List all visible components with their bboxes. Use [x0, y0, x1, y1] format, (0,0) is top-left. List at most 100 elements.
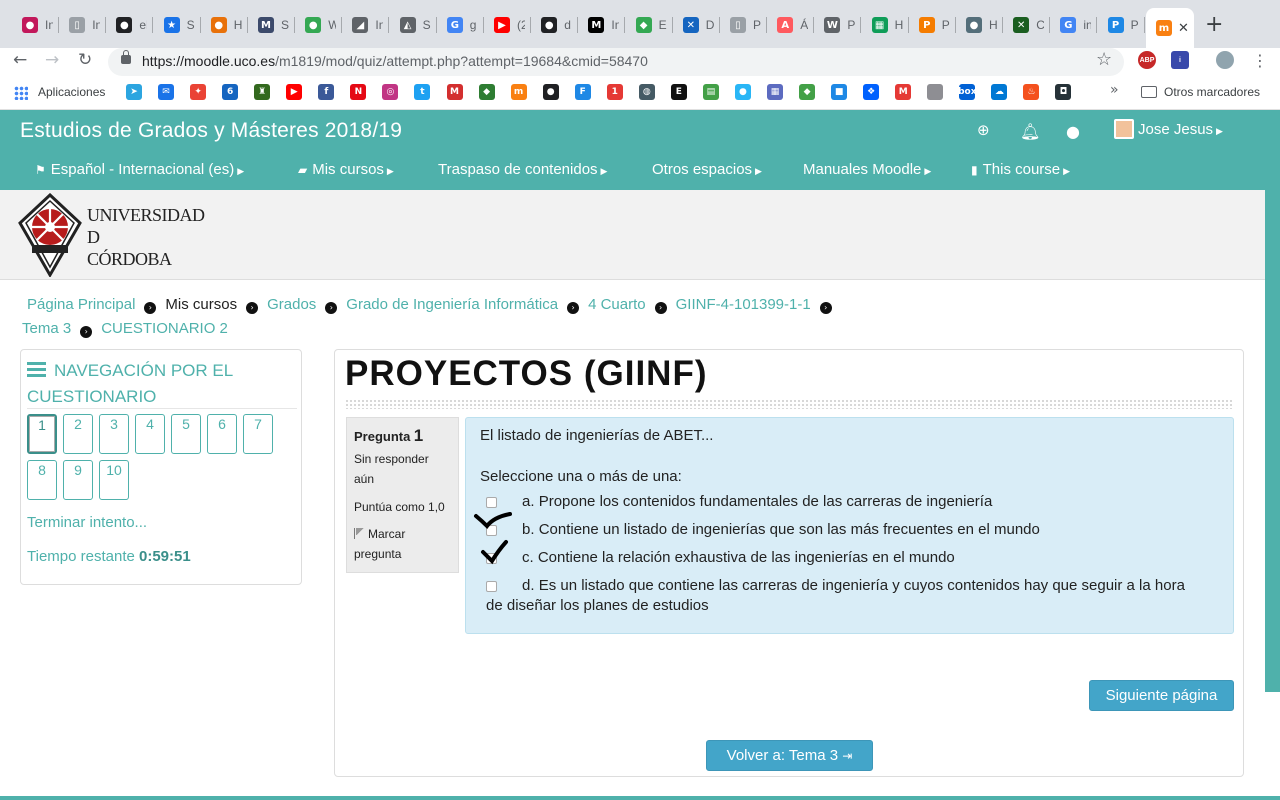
bookmark-icon[interactable]: ●: [542, 84, 559, 100]
bookmark-icon[interactable]: m: [510, 84, 527, 100]
answer-checkbox[interactable]: [486, 581, 497, 592]
browser-tab[interactable]: ✕ D: [673, 10, 719, 40]
browser-tab[interactable]: ▯ In: [59, 10, 105, 40]
browser-tab[interactable]: WP: [814, 10, 860, 40]
bookmark-icon[interactable]: ●: [734, 84, 751, 100]
browser-tab[interactable]: ● d: [531, 10, 577, 40]
breadcrumb-item[interactable]: Tema 3: [22, 320, 71, 337]
bookmark-icon[interactable]: ♨: [1023, 84, 1040, 100]
quiz-question-button[interactable]: 9: [63, 460, 93, 500]
bookmark-icon[interactable]: ➤: [126, 84, 142, 100]
header-menu-item[interactable]: ▰ Mis cursos ▶: [298, 161, 394, 178]
bookmark-icon[interactable]: ▶: [286, 84, 303, 100]
bookmark-icon[interactable]: ☁: [991, 84, 1008, 100]
quiz-navigation-title[interactable]: NAVEGACIÓN POR EL CUESTIONARIO: [27, 358, 297, 410]
browser-tab[interactable]: PP: [1098, 10, 1144, 40]
browser-tab[interactable]: MS: [248, 10, 294, 40]
bookmark-icon[interactable]: 6: [222, 84, 239, 100]
bookmark-icon[interactable]: E: [670, 84, 687, 100]
browser-tab[interactable]: ▦ H: [862, 10, 908, 40]
breadcrumb-item[interactable]: Grados: [267, 296, 316, 313]
browser-tab[interactable]: ● H: [201, 10, 247, 40]
bookmark-icon[interactable]: ◎: [382, 84, 399, 100]
bookmark-icon[interactable]: M: [895, 84, 912, 100]
university-seal-logo[interactable]: [18, 193, 82, 277]
browser-tab[interactable]: ◆ E: [626, 10, 672, 40]
bookmark-icon[interactable]: M: [446, 84, 463, 100]
messages-target-icon[interactable]: ⊕: [977, 121, 990, 139]
browser-tab[interactable]: ● el: [106, 10, 152, 40]
bookmark-icon[interactable]: ◆: [799, 84, 816, 100]
browser-tab[interactable]: ● H: [956, 10, 1002, 40]
breadcrumb-item[interactable]: GIINF-4-101399-1-1: [676, 296, 811, 313]
answer-checkbox[interactable]: [486, 553, 497, 564]
bookmark-icon[interactable]: [927, 84, 944, 100]
browser-tab[interactable]: AÁ: [767, 10, 813, 40]
breadcrumb-item[interactable]: Página Principal: [27, 296, 135, 313]
browser-tab[interactable]: ▯ P: [720, 10, 766, 40]
header-menu-item[interactable]: ▮ This course ▶: [971, 161, 1070, 178]
new-tab-button[interactable]: +: [1205, 12, 1223, 37]
breadcrumb-item[interactable]: CUESTIONARIO 2: [101, 320, 228, 337]
bookmark-icon[interactable]: ■: [831, 84, 848, 100]
close-tab-icon[interactable]: ✕: [1178, 20, 1189, 36]
bookmarks-overflow-icon[interactable]: »: [1110, 82, 1119, 98]
url-text[interactable]: https://moodle.uco.es/m1819/mod/quiz/att…: [142, 53, 648, 69]
breadcrumb-item[interactable]: Grado de Ingeniería Informática: [346, 296, 558, 313]
browser-tab[interactable]: ● In: [12, 10, 58, 40]
browser-tab[interactable]: M In: [578, 10, 624, 40]
browser-menu-icon[interactable]: ⋮: [1252, 51, 1268, 70]
bookmark-icon[interactable]: ◆: [478, 84, 495, 100]
bookmark-icon[interactable]: N: [350, 84, 367, 100]
bookmark-icon[interactable]: ✦: [190, 84, 207, 100]
bookmark-icon[interactable]: ♜: [254, 84, 271, 100]
address-bar[interactable]: https://moodle.uco.es/m1819/mod/quiz/att…: [108, 48, 1124, 76]
header-menu-item[interactable]: Traspaso de contenidos ▶: [438, 161, 607, 178]
flag-question[interactable]: Marcar pregunta: [354, 524, 451, 564]
bookmark-star-icon[interactable]: ☆: [1096, 49, 1112, 70]
bookmark-icon[interactable]: t: [414, 84, 431, 100]
finish-attempt-link[interactable]: Terminar intento...: [27, 514, 147, 531]
browser-tab[interactable]: ◭ S: [390, 10, 436, 40]
header-menu-item[interactable]: Manuales Moodle ▶: [803, 161, 931, 178]
quiz-question-button[interactable]: 3: [99, 414, 129, 454]
browser-tab[interactable]: ▶ (2: [484, 10, 530, 40]
quiz-question-button[interactable]: 5: [171, 414, 201, 454]
answer-checkbox[interactable]: [486, 497, 497, 508]
bookmark-icon[interactable]: box: [958, 84, 977, 100]
extension-icon[interactable]: i: [1171, 51, 1189, 69]
quiz-question-button[interactable]: 6: [207, 414, 237, 454]
bookmark-icon[interactable]: ◍: [638, 84, 655, 100]
bookmark-icon[interactable]: ▦: [767, 84, 783, 100]
quiz-question-button[interactable]: 1: [27, 414, 57, 454]
notifications-bell-icon[interactable]: 🔔︎: [1020, 122, 1040, 141]
extension-icon[interactable]: ABP: [1138, 51, 1156, 69]
browser-tab[interactable]: ★ S: [154, 10, 200, 40]
back-arrow-icon[interactable]: ←: [13, 50, 27, 70]
site-title[interactable]: Estudios de Grados y Másteres 2018/19: [20, 119, 402, 143]
quiz-question-button[interactable]: 7: [243, 414, 273, 454]
quiz-question-button[interactable]: 10: [99, 460, 129, 500]
next-page-button[interactable]: Siguiente página: [1089, 680, 1234, 711]
other-bookmarks[interactable]: Otros marcadores: [1164, 85, 1260, 99]
bookmark-icon[interactable]: F: [574, 84, 591, 100]
quiz-question-button[interactable]: 4: [135, 414, 165, 454]
bookmark-icon[interactable]: ▤: [702, 84, 719, 100]
browser-tab[interactable]: Gg: [437, 10, 483, 40]
forward-arrow-icon[interactable]: →: [45, 50, 59, 70]
answer-checkbox[interactable]: [486, 525, 497, 536]
answer-option[interactable]: a. Propone los contenidos fundamentales …: [486, 492, 1206, 512]
answer-option[interactable]: b. Contiene un listado de ingenierías qu…: [486, 520, 1206, 540]
bookmark-apps[interactable]: Aplicaciones: [38, 85, 105, 99]
browser-tab[interactable]: ◢ In: [342, 10, 388, 40]
header-menu-item[interactable]: Otros espacios ▶: [652, 161, 762, 178]
quiz-question-button[interactable]: 2: [63, 414, 93, 454]
bookmark-icon[interactable]: ◘: [1055, 84, 1072, 100]
user-avatar[interactable]: [1114, 119, 1134, 139]
answer-option[interactable]: d. Es un listado que contiene las carrer…: [486, 576, 1206, 616]
apps-grid-icon[interactable]: [14, 86, 28, 100]
reload-icon[interactable]: ↻: [78, 50, 92, 70]
browser-tab[interactable]: ● W: [295, 10, 341, 40]
answer-option[interactable]: c. Contiene la relación exhaustiva de la…: [486, 548, 1206, 568]
bookmark-icon[interactable]: f: [318, 84, 335, 100]
